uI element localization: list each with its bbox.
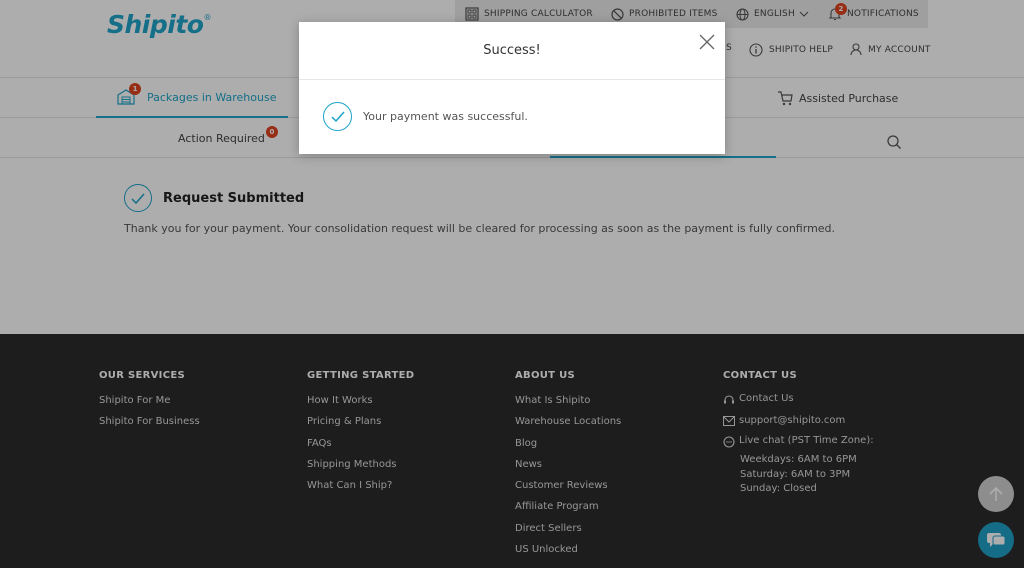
close-icon bbox=[699, 34, 715, 50]
modal-body: Your payment was successful. bbox=[323, 102, 528, 131]
modal-close-button[interactable] bbox=[698, 33, 716, 51]
check-circle-icon bbox=[323, 102, 352, 131]
modal-title: Success! bbox=[483, 43, 541, 58]
modal-message: Your payment was successful. bbox=[363, 110, 528, 123]
success-modal: Success! Your payment was successful. bbox=[299, 22, 725, 154]
modal-header: Success! bbox=[299, 22, 725, 80]
